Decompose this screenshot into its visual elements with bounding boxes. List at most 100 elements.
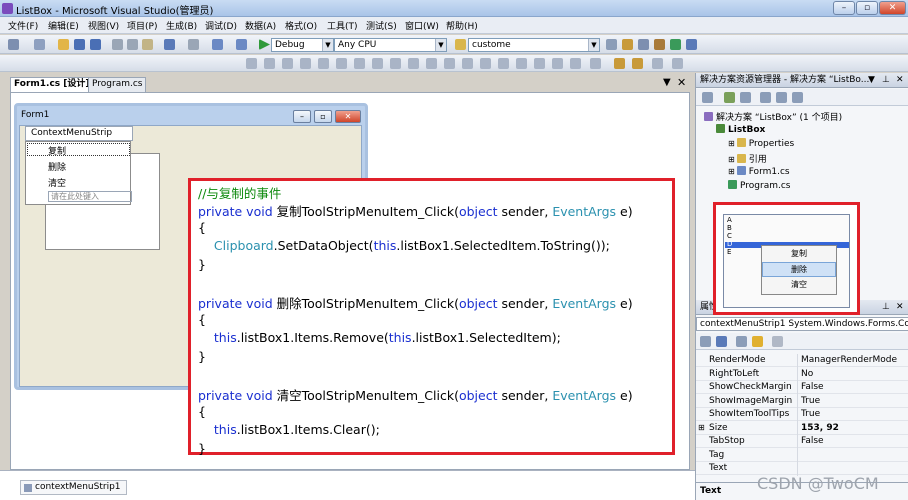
lock-controls-icon[interactable] <box>672 58 683 69</box>
view-code-icon[interactable] <box>760 92 771 103</box>
property-row[interactable]: ⊞ Size 153, 92 <box>696 422 908 435</box>
context-menu-strip-editor[interactable]: 复制 删除 清空 请在此处键入 <box>25 141 132 205</box>
menu-window[interactable]: 窗口(W) <box>405 19 439 32</box>
events-lightning-icon[interactable] <box>752 336 763 347</box>
tree-item[interactable]: 解决方案 “ListBox” (1 个项目) <box>704 110 842 123</box>
expand-icon[interactable]: ⊞ <box>728 167 735 176</box>
tree-item[interactable]: Program.cs <box>728 180 790 191</box>
menu-item-clear[interactable]: 清空 <box>48 176 66 189</box>
type-here-input[interactable]: 请在此处键入 <box>48 191 132 202</box>
tree-item[interactable]: ⊞ Form1.cs <box>728 166 790 177</box>
categorized-icon[interactable] <box>700 336 711 347</box>
decrease-vertical-spacing-icon[interactable] <box>552 58 563 69</box>
find-combo[interactable]: custome ▼ <box>468 38 600 52</box>
close-icon[interactable]: ✕ <box>677 76 686 89</box>
center-vertically-icon[interactable] <box>590 58 601 69</box>
minimize-button[interactable]: – <box>833 1 855 15</box>
cut-icon[interactable] <box>112 39 123 50</box>
property-row[interactable]: TabStop False <box>696 435 908 448</box>
window-position-icon[interactable]: ▼ <box>868 73 875 87</box>
property-value[interactable]: 153, 92 <box>801 422 839 434</box>
bring-to-front-icon[interactable] <box>614 58 625 69</box>
horizontal-spacing-icon[interactable] <box>444 58 455 69</box>
close-button[interactable]: ✕ <box>879 1 906 15</box>
properties-view-icon[interactable] <box>736 336 747 347</box>
platform-select[interactable]: Any CPU ▼ <box>334 38 447 52</box>
alphabetical-icon[interactable] <box>716 336 727 347</box>
tray-item-contextmenustrip1[interactable]: contextMenuStrip1 <box>20 480 127 495</box>
copy-icon[interactable] <box>127 39 138 50</box>
start-debugging-icon[interactable] <box>259 39 270 50</box>
align-right-icon[interactable] <box>300 58 311 69</box>
align-top-icon[interactable] <box>318 58 329 69</box>
decrease-spacing-icon[interactable] <box>480 58 491 69</box>
redo-icon[interactable] <box>188 39 199 50</box>
property-row[interactable]: ShowCheckMargin False <box>696 381 908 394</box>
expand-icon[interactable]: ⊞ <box>728 139 735 148</box>
property-row[interactable]: RenderMode ManagerRenderMode <box>696 354 908 367</box>
view-designer-icon[interactable] <box>776 92 787 103</box>
save-all-icon[interactable] <box>90 39 101 50</box>
add-item-icon[interactable] <box>34 39 45 50</box>
properties-object-select[interactable]: contextMenuStrip1 System.Windows.Forms.C… <box>696 317 908 331</box>
property-row[interactable]: RightToLeft No <box>696 368 908 381</box>
same-size-icon[interactable] <box>408 58 419 69</box>
increase-vertical-spacing-icon[interactable] <box>534 58 545 69</box>
property-value[interactable]: False <box>801 435 824 447</box>
size-to-grid-icon[interactable] <box>426 58 437 69</box>
context-menu-strip-header[interactable]: ContextMenuStrip <box>25 126 133 141</box>
align-bottom-icon[interactable] <box>354 58 365 69</box>
tree-item[interactable]: ⊞ 引用 <box>728 152 767 165</box>
close-icon[interactable]: ✕ <box>896 300 904 314</box>
property-value[interactable]: False <box>801 381 824 393</box>
menu-item-copy[interactable]: 复制 <box>48 144 66 157</box>
menu-format[interactable]: 格式(O) <box>285 19 317 32</box>
start-page-icon[interactable] <box>686 39 697 50</box>
toolbox-icon[interactable] <box>654 39 665 50</box>
undo-icon[interactable] <box>164 39 175 50</box>
property-value[interactable]: True <box>801 408 820 420</box>
same-width-icon[interactable] <box>372 58 383 69</box>
same-height-icon[interactable] <box>390 58 401 69</box>
menu-data[interactable]: 数据(A) <box>245 19 276 32</box>
tab-form1-designer[interactable]: Form1.cs [设计]* <box>10 77 99 92</box>
align-middle-icon[interactable] <box>336 58 347 69</box>
menu-project[interactable]: 项目(P) <box>127 19 157 32</box>
expand-icon[interactable]: ⊞ <box>698 422 705 434</box>
property-row[interactable]: Tag <box>696 449 908 462</box>
menu-build[interactable]: 生成(B) <box>166 19 197 32</box>
configuration-select[interactable]: Debug ▼ <box>271 38 334 52</box>
vertical-spacing-icon[interactable] <box>516 58 527 69</box>
close-icon[interactable]: ✕ <box>896 73 904 87</box>
object-browser-icon[interactable] <box>670 39 681 50</box>
menu-edit[interactable]: 编辑(E) <box>48 19 79 32</box>
menu-tools[interactable]: 工具(T) <box>327 19 358 32</box>
property-value[interactable]: ManagerRenderMode <box>801 354 897 366</box>
maximize-button[interactable]: ▫ <box>856 1 878 15</box>
menu-file[interactable]: 文件(F) <box>8 19 38 32</box>
tree-item[interactable]: ⊞ Properties <box>728 138 794 149</box>
open-folder-icon[interactable] <box>58 39 69 50</box>
align-grid-icon[interactable] <box>246 58 257 69</box>
properties-icon[interactable] <box>702 92 713 103</box>
tab-order-icon[interactable] <box>652 58 663 69</box>
paste-icon[interactable] <box>142 39 153 50</box>
new-project-icon[interactable] <box>8 39 19 50</box>
menu-help[interactable]: 帮助(H) <box>446 19 478 32</box>
navigate-forward-icon[interactable] <box>236 39 247 50</box>
tab-program-cs[interactable]: Program.cs <box>88 77 147 92</box>
remove-spacing-icon[interactable] <box>498 58 509 69</box>
center-horizontally-icon[interactable] <box>570 58 581 69</box>
property-value[interactable]: True <box>801 395 820 407</box>
properties-window-icon[interactable] <box>638 39 649 50</box>
auto-hide-pin-icon[interactable]: ⊥ <box>882 300 890 314</box>
menu-item-delete[interactable]: 删除 <box>48 160 66 173</box>
navigate-back-icon[interactable] <box>212 39 223 50</box>
send-to-back-icon[interactable] <box>632 58 643 69</box>
property-value[interactable]: No <box>801 368 813 380</box>
increase-spacing-icon[interactable] <box>462 58 473 69</box>
menu-test[interactable]: 测试(S) <box>366 19 397 32</box>
property-grid-divider[interactable] <box>797 354 798 476</box>
align-center-icon[interactable] <box>282 58 293 69</box>
tab-list-dropdown-icon[interactable]: ▼ <box>663 77 671 88</box>
